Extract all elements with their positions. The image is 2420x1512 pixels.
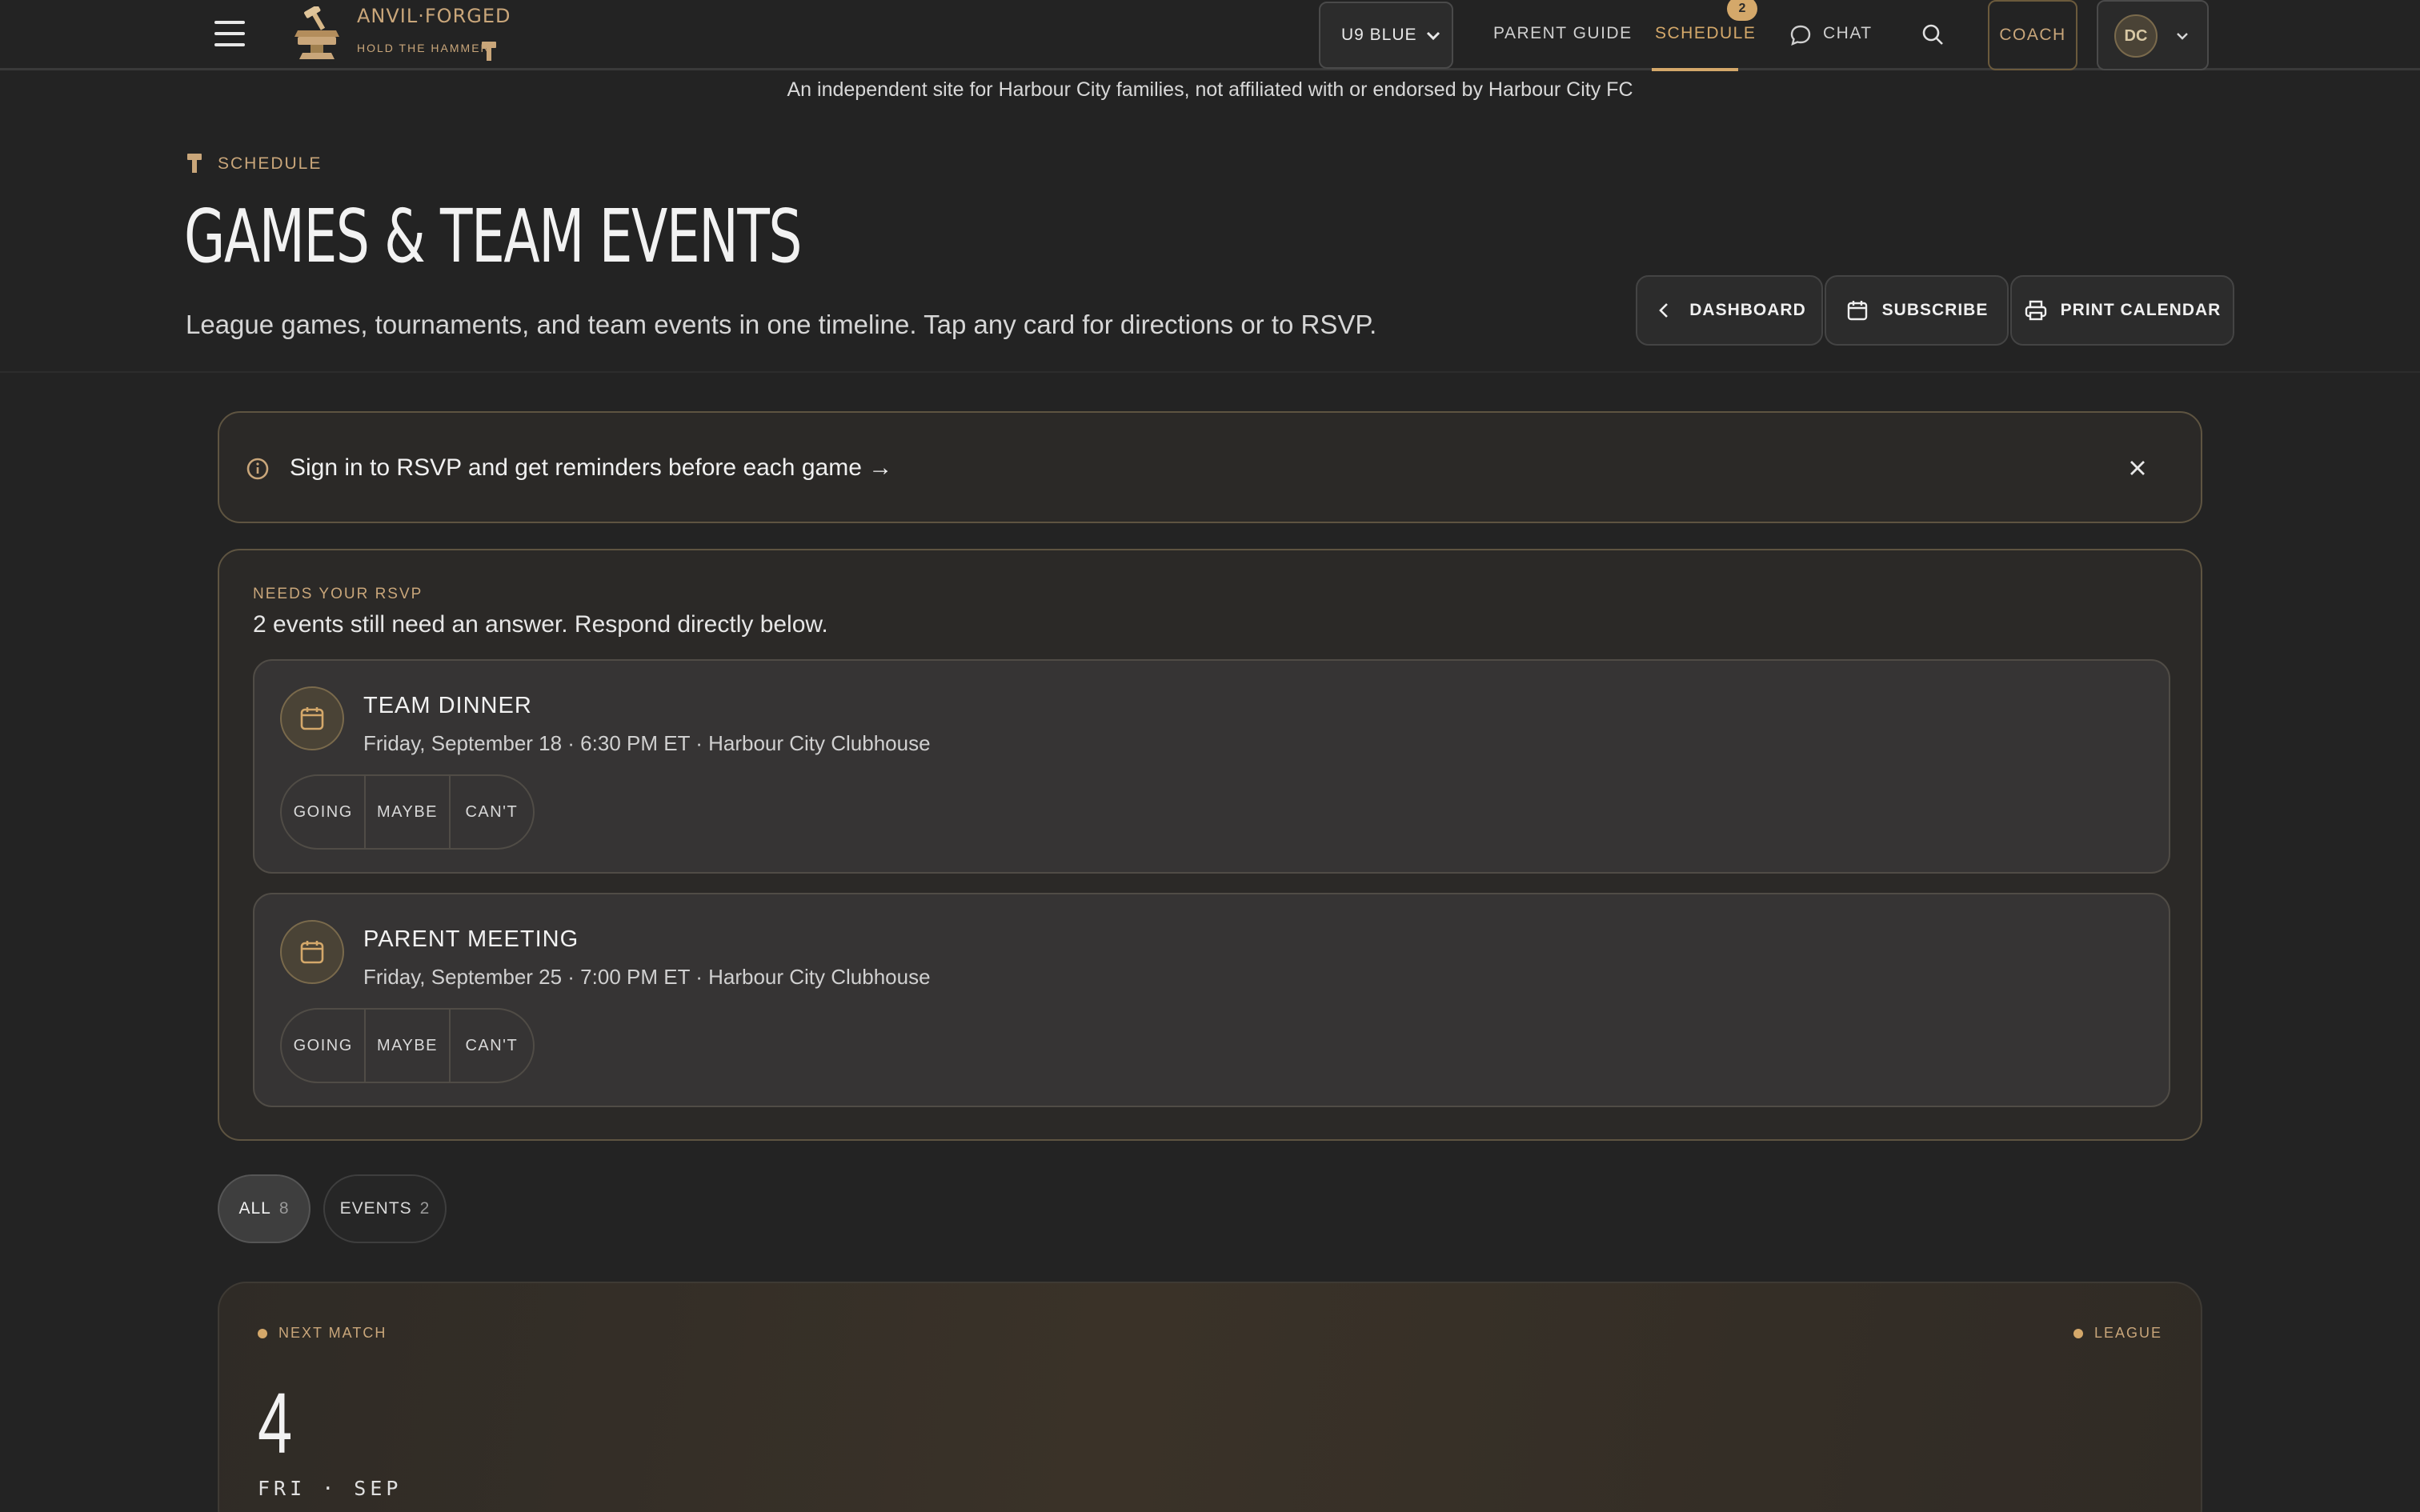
event-card-parent-meeting[interactable]: PARENT MEETING Friday, September 25 · 7:… bbox=[253, 893, 2170, 1107]
rsvp-maybe-button[interactable]: MAYBE bbox=[366, 1010, 451, 1082]
sign-in-link[interactable]: Sign in to RSVP and get reminders before… bbox=[290, 454, 892, 482]
schedule-count-badge: 2 bbox=[1727, 0, 1757, 21]
event-icon-badge bbox=[280, 920, 344, 984]
disclaimer-text: An independent site for Harbour City fam… bbox=[787, 78, 1633, 101]
rsvp-eyebrow: NEEDS YOUR RSVP bbox=[253, 586, 423, 602]
sign-in-banner: Sign in to RSVP and get reminders before… bbox=[218, 411, 2202, 523]
section-divider bbox=[0, 371, 2420, 373]
chevron-left-icon bbox=[1659, 303, 1669, 318]
hammer-icon bbox=[482, 42, 496, 61]
avatar: DC bbox=[2114, 14, 2158, 58]
info-icon bbox=[246, 458, 269, 480]
rsvp-description: 2 events still need an answer. Respond d… bbox=[253, 611, 828, 638]
rsvp-button-group: GOING MAYBE CAN'T bbox=[280, 774, 535, 850]
next-match-label: NEXT MATCH bbox=[258, 1325, 387, 1342]
brand-tagline: HOLD THE HAMMER bbox=[357, 42, 491, 54]
event-title: TEAM DINNER bbox=[363, 693, 532, 718]
brand-name: ANVIL·FORGED bbox=[357, 5, 511, 27]
active-tab-indicator bbox=[1652, 68, 1738, 71]
calendar-icon bbox=[300, 707, 324, 730]
chevron-down-icon bbox=[1426, 31, 1440, 41]
rsvp-going-button[interactable]: GOING bbox=[282, 1010, 367, 1082]
rsvp-going-button[interactable]: GOING bbox=[282, 776, 367, 848]
filter-events[interactable]: EVENTS 2 bbox=[323, 1174, 447, 1243]
nav-schedule[interactable]: SCHEDULE bbox=[1655, 24, 1756, 43]
coach-button[interactable]: COACH bbox=[1988, 0, 2077, 70]
nav-chat[interactable]: CHAT bbox=[1823, 24, 1873, 43]
team-select[interactable]: U9 BLUE bbox=[1319, 2, 1453, 69]
event-title: PARENT MEETING bbox=[363, 926, 579, 952]
dashboard-button-label: DASHBOARD bbox=[1689, 301, 1806, 319]
event-meta: Friday, September 25 · 7:00 PM ET · Harb… bbox=[363, 965, 931, 989]
search-icon[interactable] bbox=[1921, 22, 1945, 46]
rsvp-button-group: GOING MAYBE CAN'T bbox=[280, 1008, 535, 1083]
match-type-badge: LEAGUE bbox=[2073, 1325, 2162, 1342]
calendar-icon bbox=[300, 941, 324, 964]
event-meta: Friday, September 18 · 6:30 PM ET · Harb… bbox=[363, 731, 931, 755]
filter-count: 8 bbox=[278, 1199, 290, 1218]
chat-bubble-icon[interactable] bbox=[1789, 24, 1812, 46]
filter-label: ALL bbox=[238, 1199, 271, 1218]
rsvp-needed-card: NEEDS YOUR RSVP 2 events still need an a… bbox=[218, 549, 2202, 1141]
event-card-team-dinner[interactable]: TEAM DINNER Friday, September 18 · 6:30 … bbox=[253, 659, 2170, 874]
status-dot bbox=[258, 1329, 267, 1339]
hammer-icon bbox=[187, 154, 202, 173]
status-dot bbox=[2073, 1329, 2083, 1339]
rsvp-cant-button[interactable]: CAN'T bbox=[451, 1010, 533, 1082]
dashboard-button[interactable]: DASHBOARD bbox=[1636, 275, 1823, 346]
next-match-card[interactable]: NEXT MATCH LEAGUE 4 FRI · SEP bbox=[218, 1282, 2202, 1512]
print-calendar-button[interactable]: PRINT CALENDAR bbox=[2010, 275, 2234, 346]
menu-icon[interactable] bbox=[214, 21, 245, 46]
subscribe-button[interactable]: SUBSCRIBE bbox=[1825, 275, 2009, 346]
team-select-value: U9 BLUE bbox=[1341, 26, 1417, 44]
page-eyebrow: SCHEDULE bbox=[218, 154, 323, 173]
filter-all[interactable]: ALL 8 bbox=[218, 1174, 311, 1243]
chevron-down-icon bbox=[2177, 33, 2188, 40]
page-title: GAMES & TEAM EVENTS bbox=[184, 194, 802, 279]
match-day-number: 4 bbox=[258, 1374, 293, 1471]
top-nav-bar: ANVIL·FORGED HOLD THE HAMMER U9 BLUE PAR… bbox=[0, 0, 2420, 71]
close-icon[interactable] bbox=[2126, 456, 2150, 480]
event-icon-badge bbox=[280, 686, 344, 750]
print-calendar-button-label: PRINT CALENDAR bbox=[2060, 301, 2222, 319]
match-weekday-month: FRI · SEP bbox=[258, 1477, 403, 1500]
nav-parent-guide[interactable]: PARENT GUIDE bbox=[1493, 24, 1633, 43]
filter-count: 2 bbox=[419, 1199, 431, 1218]
calendar-icon bbox=[1847, 301, 1867, 321]
user-menu-button[interactable]: DC bbox=[2097, 0, 2209, 70]
page-subtitle: League games, tournaments, and team even… bbox=[186, 310, 1377, 339]
subscribe-button-label: SUBSCRIBE bbox=[1881, 301, 1989, 319]
anvil-logo-icon[interactable] bbox=[291, 6, 343, 62]
rsvp-cant-button[interactable]: CAN'T bbox=[451, 776, 533, 848]
filter-label: EVENTS bbox=[339, 1199, 412, 1218]
rsvp-maybe-button[interactable]: MAYBE bbox=[366, 776, 451, 848]
printer-icon bbox=[2025, 300, 2046, 321]
